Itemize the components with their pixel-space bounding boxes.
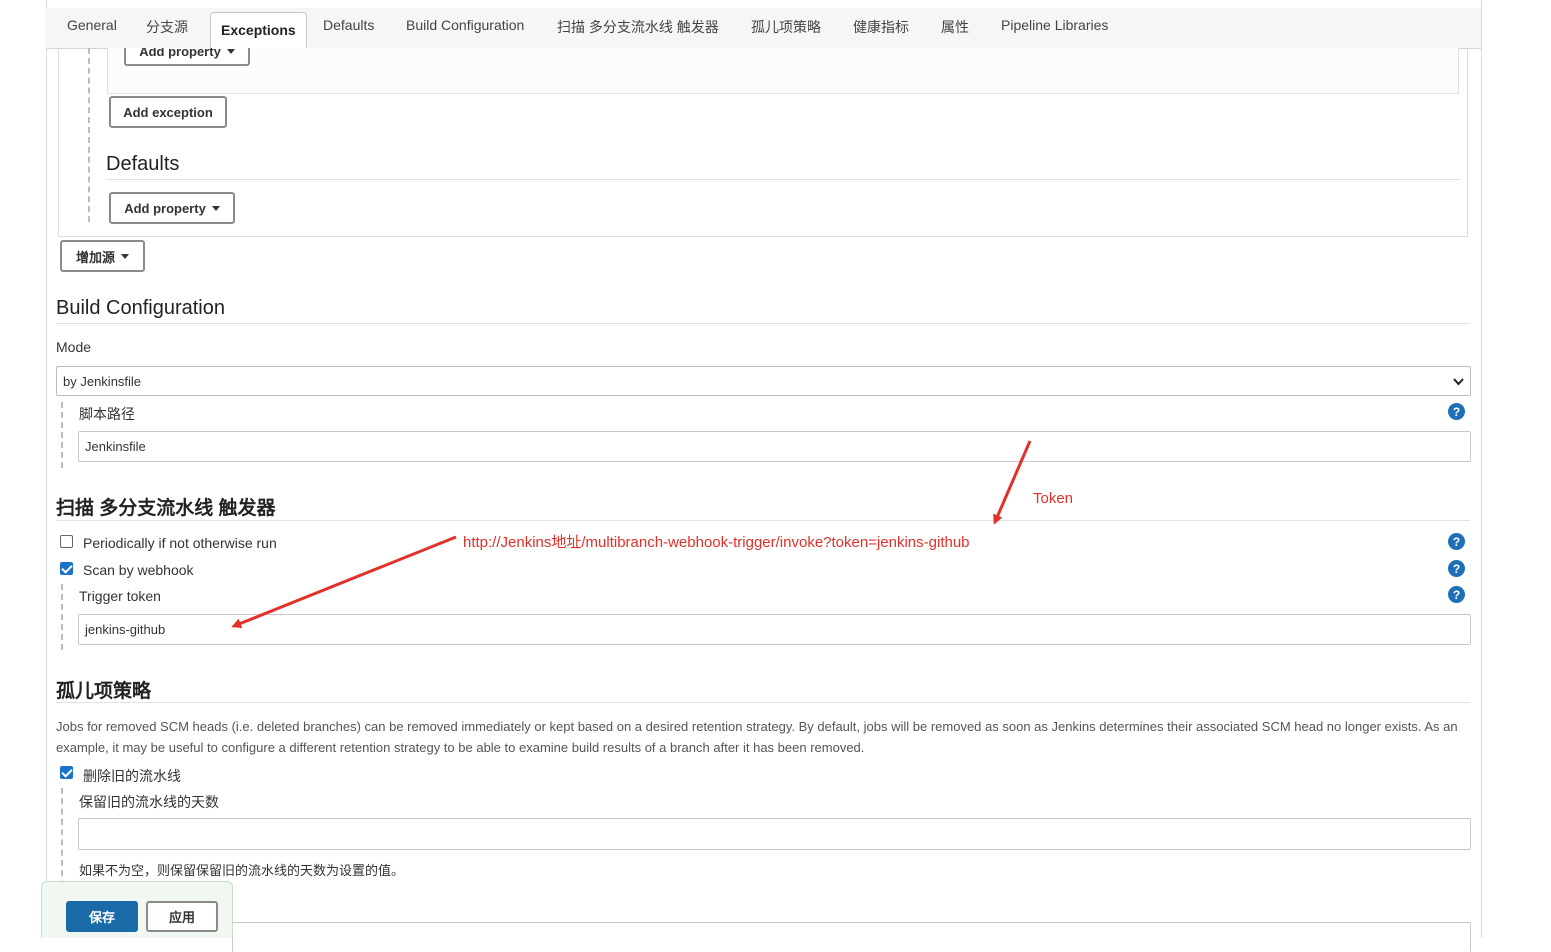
arrow-to-token-icon <box>231 535 457 629</box>
arrow-to-url-icon <box>993 440 1032 525</box>
annotation-arrows <box>231 440 1032 629</box>
